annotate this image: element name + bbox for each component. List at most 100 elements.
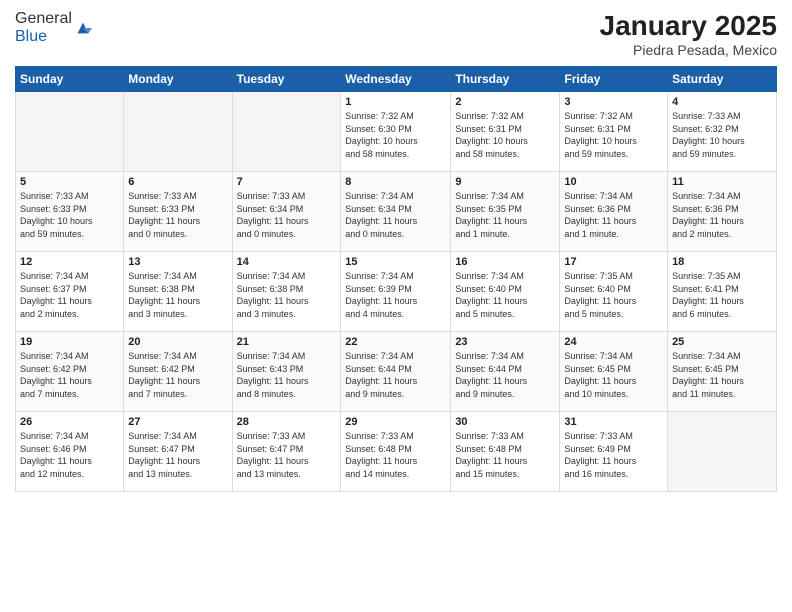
day-number: 19: [20, 336, 119, 348]
calendar-cell: 13 Sunrise: 7:34 AM Sunset: 6:38 PM Dayli…: [124, 252, 232, 332]
calendar-cell: 29 Sunrise: 7:33 AM Sunset: 6:48 PM Dayli…: [341, 412, 451, 492]
day-number: 25: [672, 336, 772, 348]
calendar-cell: 24Sunrise: 7:34 AM Sunset: 6:45 PM Dayli…: [560, 332, 668, 412]
day-number: 29: [345, 416, 446, 428]
calendar-cell: 16Sunrise: 7:34 AM Sunset: 6:40 PM Dayli…: [451, 252, 560, 332]
day-info: Sunrise: 7:32 AM Sunset: 6:30 PM Dayligh…: [345, 110, 446, 160]
col-monday: Monday: [124, 67, 232, 92]
calendar-cell: 1 Sunrise: 7:32 AM Sunset: 6:30 PM Daylig…: [341, 92, 451, 172]
day-number: 6: [128, 176, 227, 188]
calendar-cell: [16, 92, 124, 172]
day-info: Sunrise: 7:34 AM Sunset: 6:47 PM Dayligh…: [128, 430, 227, 480]
day-number: 20: [128, 336, 227, 348]
day-info: Sunrise: 7:34 AM Sunset: 6:45 PM Dayligh…: [564, 350, 663, 400]
calendar-cell: 28 Sunrise: 7:33 AM Sunset: 6:47 PM Dayli…: [232, 412, 341, 492]
calendar-week-3: 12Sunrise: 7:34 AM Sunset: 6:37 PM Dayli…: [16, 252, 777, 332]
day-info: Sunrise: 7:33 AM Sunset: 6:34 PM Dayligh…: [237, 190, 337, 240]
col-wednesday: Wednesday: [341, 67, 451, 92]
day-info: Sunrise: 7:32 AM Sunset: 6:31 PM Dayligh…: [564, 110, 663, 160]
day-number: 7: [237, 176, 337, 188]
calendar-cell: 15Sunrise: 7:34 AM Sunset: 6:39 PM Dayli…: [341, 252, 451, 332]
calendar-subtitle: Piedra Pesada, Mexico: [600, 42, 777, 58]
day-number: 9: [455, 176, 555, 188]
day-info: Sunrise: 7:34 AM Sunset: 6:36 PM Dayligh…: [672, 190, 772, 240]
calendar-cell: 5 Sunrise: 7:33 AM Sunset: 6:33 PM Daylig…: [16, 172, 124, 252]
day-number: 17: [564, 256, 663, 268]
col-thursday: Thursday: [451, 67, 560, 92]
day-info: Sunrise: 7:34 AM Sunset: 6:44 PM Dayligh…: [345, 350, 446, 400]
day-info: Sunrise: 7:33 AM Sunset: 6:33 PM Dayligh…: [20, 190, 119, 240]
logo-text: General Blue: [15, 10, 72, 46]
logo: General Blue: [15, 10, 92, 46]
calendar-cell: 10Sunrise: 7:34 AM Sunset: 6:36 PM Dayli…: [560, 172, 668, 252]
day-number: 10: [564, 176, 663, 188]
day-number: 13: [128, 256, 227, 268]
day-info: Sunrise: 7:34 AM Sunset: 6:40 PM Dayligh…: [455, 270, 555, 320]
col-sunday: Sunday: [16, 67, 124, 92]
calendar-cell: 19 Sunrise: 7:34 AM Sunset: 6:42 PM Dayli…: [16, 332, 124, 412]
calendar-cell: 4Sunrise: 7:33 AM Sunset: 6:32 PM Daylig…: [668, 92, 777, 172]
day-info: Sunrise: 7:34 AM Sunset: 6:44 PM Dayligh…: [455, 350, 555, 400]
calendar-cell: 12Sunrise: 7:34 AM Sunset: 6:37 PM Dayli…: [16, 252, 124, 332]
day-info: Sunrise: 7:33 AM Sunset: 6:49 PM Dayligh…: [564, 430, 663, 480]
day-info: Sunrise: 7:33 AM Sunset: 6:47 PM Dayligh…: [237, 430, 337, 480]
day-number: 31: [564, 416, 663, 428]
day-info: Sunrise: 7:34 AM Sunset: 6:43 PM Dayligh…: [237, 350, 337, 400]
page: General Blue January 2025 Piedra Pesada,…: [0, 0, 792, 612]
day-number: 2: [455, 96, 555, 108]
calendar-cell: 3 Sunrise: 7:32 AM Sunset: 6:31 PM Daylig…: [560, 92, 668, 172]
day-info: Sunrise: 7:33 AM Sunset: 6:48 PM Dayligh…: [455, 430, 555, 480]
calendar-cell: 31 Sunrise: 7:33 AM Sunset: 6:49 PM Dayli…: [560, 412, 668, 492]
calendar-cell: 18Sunrise: 7:35 AM Sunset: 6:41 PM Dayli…: [668, 252, 777, 332]
day-number: 12: [20, 256, 119, 268]
calendar-cell: 11 Sunrise: 7:34 AM Sunset: 6:36 PM Dayli…: [668, 172, 777, 252]
calendar-cell: 26 Sunrise: 7:34 AM Sunset: 6:46 PM Dayli…: [16, 412, 124, 492]
day-number: 5: [20, 176, 119, 188]
day-number: 8: [345, 176, 446, 188]
day-info: Sunrise: 7:35 AM Sunset: 6:40 PM Dayligh…: [564, 270, 663, 320]
day-number: 3: [564, 96, 663, 108]
calendar-cell: 23Sunrise: 7:34 AM Sunset: 6:44 PM Dayli…: [451, 332, 560, 412]
title-block: January 2025 Piedra Pesada, Mexico: [600, 10, 777, 58]
calendar-cell: 27 Sunrise: 7:34 AM Sunset: 6:47 PM Dayli…: [124, 412, 232, 492]
calendar-cell: [668, 412, 777, 492]
calendar-table: Sunday Monday Tuesday Wednesday Thursday…: [15, 66, 777, 492]
day-info: Sunrise: 7:34 AM Sunset: 6:38 PM Dayligh…: [128, 270, 227, 320]
day-info: Sunrise: 7:34 AM Sunset: 6:34 PM Dayligh…: [345, 190, 446, 240]
day-info: Sunrise: 7:34 AM Sunset: 6:45 PM Dayligh…: [672, 350, 772, 400]
calendar-cell: 22 Sunrise: 7:34 AM Sunset: 6:44 PM Dayli…: [341, 332, 451, 412]
day-number: 22: [345, 336, 446, 348]
col-saturday: Saturday: [668, 67, 777, 92]
logo-general: General: [15, 10, 72, 27]
day-number: 27: [128, 416, 227, 428]
calendar-cell: 25 Sunrise: 7:34 AM Sunset: 6:45 PM Dayli…: [668, 332, 777, 412]
day-info: Sunrise: 7:33 AM Sunset: 6:33 PM Dayligh…: [128, 190, 227, 240]
calendar-week-4: 19 Sunrise: 7:34 AM Sunset: 6:42 PM Dayli…: [16, 332, 777, 412]
calendar-cell: 8 Sunrise: 7:34 AM Sunset: 6:34 PM Daylig…: [341, 172, 451, 252]
calendar-cell: 2 Sunrise: 7:32 AM Sunset: 6:31 PM Daylig…: [451, 92, 560, 172]
calendar-cell: 21Sunrise: 7:34 AM Sunset: 6:43 PM Dayli…: [232, 332, 341, 412]
day-info: Sunrise: 7:34 AM Sunset: 6:46 PM Dayligh…: [20, 430, 119, 480]
day-info: Sunrise: 7:34 AM Sunset: 6:35 PM Dayligh…: [455, 190, 555, 240]
col-tuesday: Tuesday: [232, 67, 341, 92]
day-info: Sunrise: 7:33 AM Sunset: 6:48 PM Dayligh…: [345, 430, 446, 480]
day-info: Sunrise: 7:32 AM Sunset: 6:31 PM Dayligh…: [455, 110, 555, 160]
calendar-header-row: Sunday Monday Tuesday Wednesday Thursday…: [16, 67, 777, 92]
day-number: 14: [237, 256, 337, 268]
day-number: 11: [672, 176, 772, 188]
calendar-week-2: 5 Sunrise: 7:33 AM Sunset: 6:33 PM Daylig…: [16, 172, 777, 252]
day-number: 1: [345, 96, 446, 108]
day-number: 28: [237, 416, 337, 428]
day-info: Sunrise: 7:33 AM Sunset: 6:32 PM Dayligh…: [672, 110, 772, 160]
col-friday: Friday: [560, 67, 668, 92]
calendar-cell: [232, 92, 341, 172]
calendar-cell: 30Sunrise: 7:33 AM Sunset: 6:48 PM Dayli…: [451, 412, 560, 492]
calendar-week-5: 26 Sunrise: 7:34 AM Sunset: 6:46 PM Dayli…: [16, 412, 777, 492]
day-info: Sunrise: 7:34 AM Sunset: 6:42 PM Dayligh…: [20, 350, 119, 400]
day-info: Sunrise: 7:34 AM Sunset: 6:39 PM Dayligh…: [345, 270, 446, 320]
day-info: Sunrise: 7:34 AM Sunset: 6:42 PM Dayligh…: [128, 350, 227, 400]
calendar-cell: 17 Sunrise: 7:35 AM Sunset: 6:40 PM Dayli…: [560, 252, 668, 332]
day-number: 26: [20, 416, 119, 428]
calendar-cell: 7 Sunrise: 7:33 AM Sunset: 6:34 PM Daylig…: [232, 172, 341, 252]
calendar-cell: [124, 92, 232, 172]
